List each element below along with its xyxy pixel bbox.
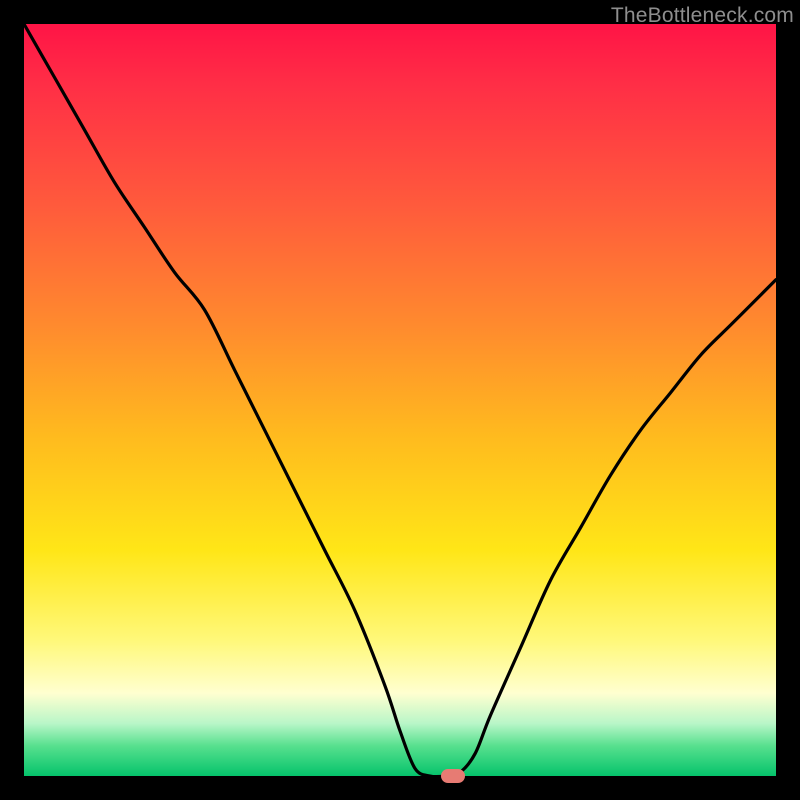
optimum-marker xyxy=(441,769,465,783)
curve-path xyxy=(24,24,776,777)
plot-area xyxy=(24,24,776,776)
bottleneck-curve xyxy=(24,24,776,776)
watermark-label: TheBottleneck.com xyxy=(611,4,794,28)
chart-stage: TheBottleneck.com xyxy=(0,0,800,800)
